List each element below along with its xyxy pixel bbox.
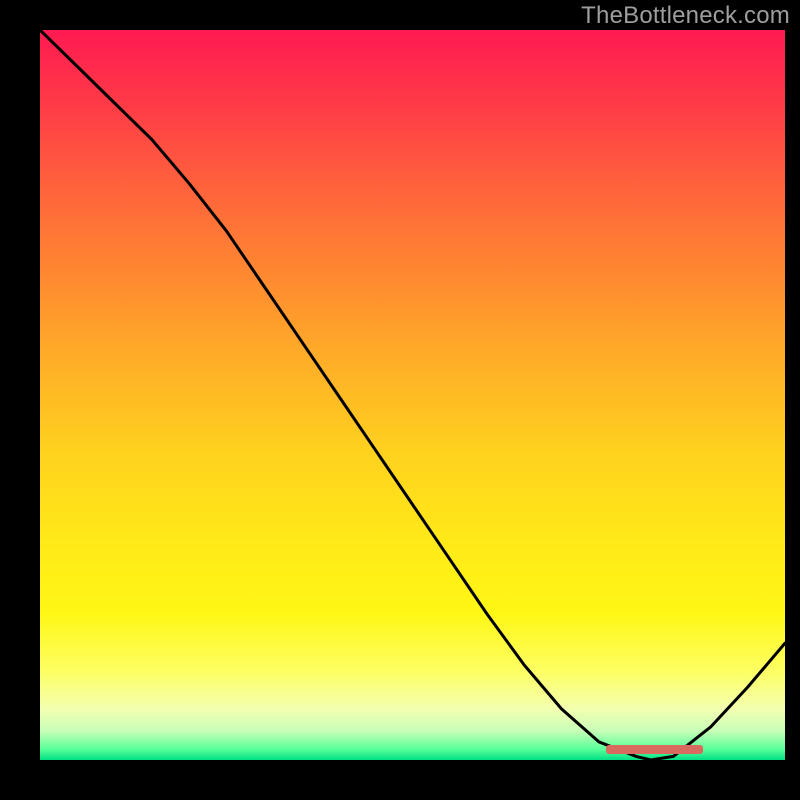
chart-line-svg (40, 30, 785, 760)
chart-optimal-marker (606, 745, 703, 754)
watermark-text: TheBottleneck.com (581, 2, 790, 30)
chart-line-path (40, 30, 785, 760)
chart-plot-area (40, 30, 785, 760)
